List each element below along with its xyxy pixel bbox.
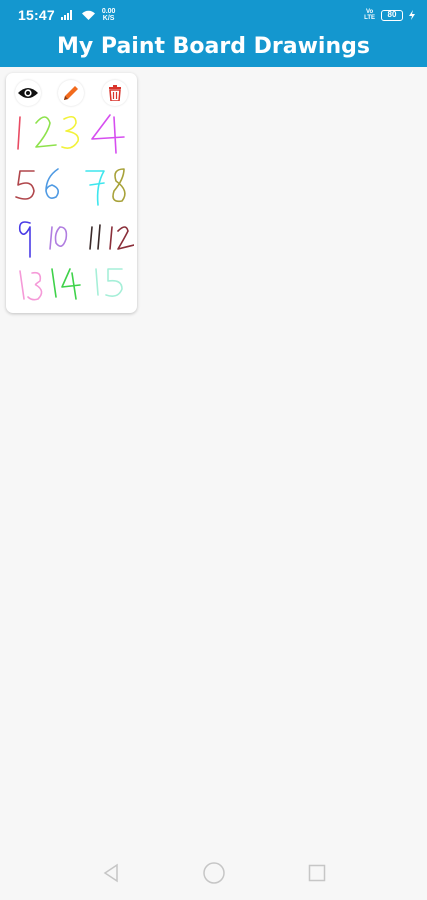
app-bar: 15:47 0.00 K/S Vo LTE 80 My Paint Board … xyxy=(0,0,427,67)
handwritten-digit-12 xyxy=(109,226,134,250)
status-time: 15:47 xyxy=(18,7,55,23)
volte-indicator: Vo LTE xyxy=(364,9,375,21)
handwritten-digit-10 xyxy=(49,226,68,250)
wifi-icon xyxy=(81,10,95,20)
handwritten-digit-9 xyxy=(18,221,31,258)
status-bar: 15:47 0.00 K/S Vo LTE 80 xyxy=(0,0,427,30)
drawing-card-actions xyxy=(6,78,137,108)
recents-square-icon[interactable] xyxy=(307,863,327,883)
handwritten-digit-7 xyxy=(85,170,105,206)
handwritten-digit-15 xyxy=(95,268,123,297)
charging-icon xyxy=(409,10,415,20)
back-triangle-icon[interactable] xyxy=(100,862,122,884)
network-speed-value: 0.00 xyxy=(101,8,116,15)
pencil-icon xyxy=(64,86,78,100)
network-speed-unit: K/S xyxy=(102,15,115,22)
battery-level: 80 xyxy=(387,10,397,19)
system-nav-bar xyxy=(0,845,427,900)
handwritten-digit-3 xyxy=(61,115,80,149)
status-right: Vo LTE 80 xyxy=(364,9,415,21)
volte-bottom: LTE xyxy=(364,15,375,21)
handwritten-digit-11 xyxy=(89,224,101,250)
handwritten-digit-2 xyxy=(35,116,57,148)
page-title: My Paint Board Drawings xyxy=(57,34,370,59)
network-speed: 0.00 K/S xyxy=(102,8,116,22)
eye-icon xyxy=(18,88,38,98)
handwritten-digit-6 xyxy=(45,168,60,199)
handwritten-digit-13 xyxy=(19,270,43,301)
edit-button[interactable] xyxy=(58,80,84,106)
drawing-card[interactable] xyxy=(6,73,137,313)
handwritten-digit-14 xyxy=(51,268,81,300)
trash-icon xyxy=(109,85,121,101)
drawing-thumbnail xyxy=(15,114,134,301)
handwritten-digit-4 xyxy=(91,114,125,154)
signal-icon xyxy=(60,10,72,20)
view-button[interactable] xyxy=(15,80,41,106)
status-left: 15:47 0.00 K/S xyxy=(18,7,115,23)
handwritten-digit-8 xyxy=(112,168,126,203)
handwritten-digit-1 xyxy=(17,116,21,150)
handwritten-digit-5 xyxy=(15,170,35,200)
home-circle-icon[interactable] xyxy=(202,861,226,885)
battery-icon: 80 xyxy=(381,9,403,21)
delete-button[interactable] xyxy=(102,80,128,106)
